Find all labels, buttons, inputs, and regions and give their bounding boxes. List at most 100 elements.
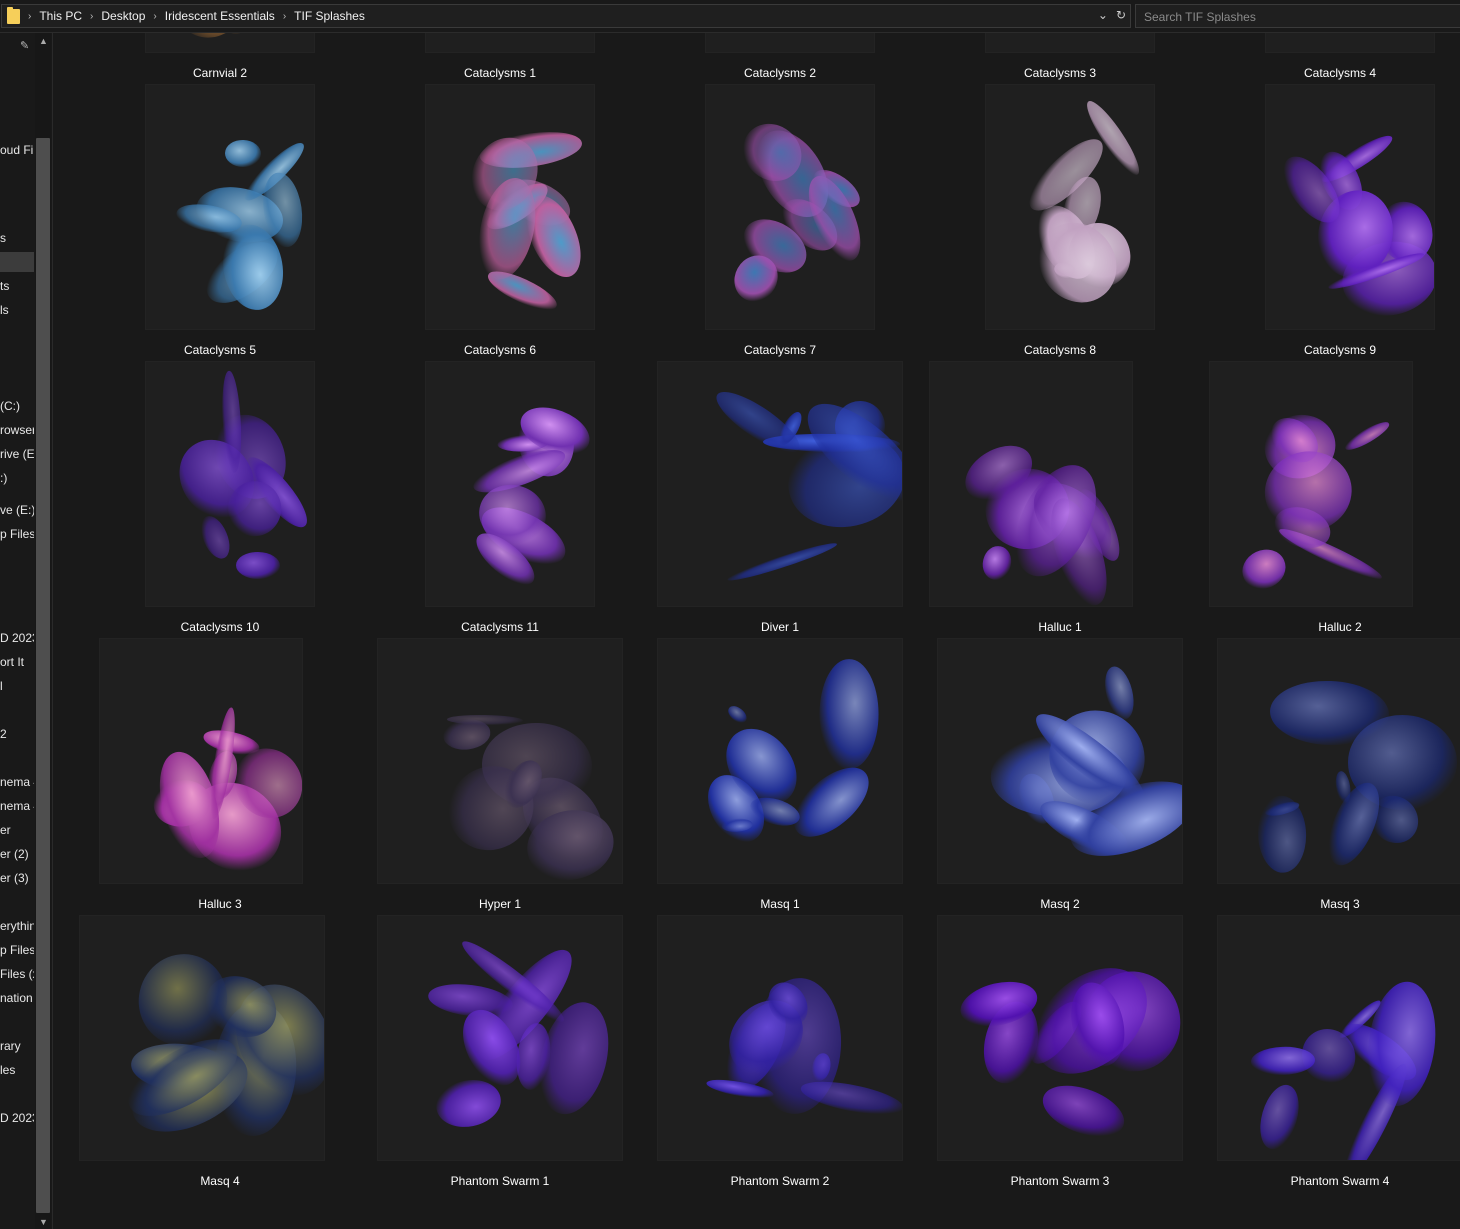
file-item[interactable]: Cataclysms 3 bbox=[920, 33, 1200, 85]
file-item[interactable]: Cataclysms 7 bbox=[640, 85, 920, 362]
breadcrumb-tif-splashes[interactable]: TIF Splashes bbox=[294, 9, 365, 23]
chevron-right-icon[interactable]: › bbox=[283, 11, 286, 22]
nav-item[interactable]: 2 bbox=[0, 724, 34, 744]
breadcrumb-desktop[interactable]: Desktop bbox=[101, 9, 145, 23]
thumbnail-image[interactable] bbox=[100, 639, 302, 883]
file-item[interactable]: Cataclysms 10 bbox=[80, 362, 360, 639]
thumbnail-image[interactable] bbox=[146, 362, 314, 606]
thumbnail-image[interactable] bbox=[1218, 639, 1460, 883]
file-item[interactable]: Cataclysms 8 bbox=[920, 85, 1200, 362]
chevron-right-icon[interactable]: › bbox=[28, 11, 31, 22]
thumbnail-image[interactable] bbox=[378, 916, 622, 1160]
nav-item[interactable]: p Files bbox=[0, 940, 34, 960]
nav-item[interactable]: rowser bbox=[0, 420, 34, 440]
thumbnail-image[interactable] bbox=[706, 33, 874, 52]
nav-item[interactable]: l bbox=[0, 676, 34, 696]
chevron-down-icon[interactable]: ⌄ bbox=[1098, 8, 1108, 22]
file-item[interactable]: Masq 1 bbox=[640, 639, 920, 916]
thumbnail-image[interactable] bbox=[426, 362, 594, 606]
thumbnail-image[interactable] bbox=[1218, 916, 1460, 1160]
nav-item[interactable]: nation I bbox=[0, 988, 34, 1008]
file-item[interactable]: Phantom Swarm 2 bbox=[640, 916, 920, 1193]
file-item[interactable]: Cataclysms 9 bbox=[1200, 85, 1460, 362]
thumbnail-image[interactable] bbox=[378, 639, 622, 883]
thumbnail-image[interactable] bbox=[1210, 362, 1412, 606]
nav-item[interactable]: nema 4 bbox=[0, 796, 34, 816]
scroll-down-icon[interactable]: ▼ bbox=[39, 1217, 48, 1227]
nav-item[interactable]: Files (x bbox=[0, 964, 34, 984]
nav-item[interactable]: les bbox=[0, 1060, 34, 1080]
file-item[interactable]: Phantom Swarm 4 bbox=[1200, 916, 1460, 1193]
file-item[interactable]: Cataclysms 6 bbox=[360, 85, 640, 362]
nav-scrollbar[interactable]: ▲ ▼ bbox=[35, 33, 51, 1229]
nav-item[interactable]: (C:) bbox=[0, 396, 34, 416]
breadcrumb-this-pc[interactable]: This PC bbox=[39, 9, 82, 23]
file-item[interactable]: Masq 3 bbox=[1200, 639, 1460, 916]
nav-item[interactable]: s bbox=[0, 228, 34, 248]
chevron-right-icon[interactable]: › bbox=[90, 11, 93, 22]
file-item[interactable]: Cataclysms 4 bbox=[1200, 33, 1460, 85]
address-bar[interactable]: › This PC › Desktop › Iridescent Essenti… bbox=[1, 4, 1131, 28]
file-name-label: Halluc 3 bbox=[198, 897, 242, 911]
pin-icon[interactable]: ✎ bbox=[20, 39, 29, 52]
file-item[interactable]: Masq 4 bbox=[80, 916, 360, 1193]
file-item[interactable]: Hyper 1 bbox=[360, 639, 640, 916]
file-item[interactable]: Halluc 2 bbox=[1200, 362, 1460, 639]
thumbnail-image[interactable] bbox=[658, 639, 902, 883]
thumbnail-image[interactable] bbox=[1266, 85, 1434, 329]
nav-item[interactable]: ls bbox=[0, 300, 34, 320]
file-name-label: Carnvial 2 bbox=[192, 66, 248, 80]
thumbnail-image[interactable] bbox=[146, 85, 314, 329]
thumbnail-image[interactable] bbox=[426, 85, 594, 329]
splash-shape bbox=[819, 658, 879, 770]
nav-item[interactable]: er (2) bbox=[0, 844, 34, 864]
file-item[interactable]: Carnvial 2 bbox=[80, 33, 360, 85]
nav-item[interactable]: ve (E:) bbox=[0, 500, 34, 520]
file-item[interactable]: Phantom Swarm 3 bbox=[920, 916, 1200, 1193]
nav-item[interactable] bbox=[0, 252, 34, 272]
scroll-up-icon[interactable]: ▲ bbox=[39, 36, 48, 46]
file-item[interactable]: Diver 1 bbox=[640, 362, 920, 639]
thumbnail-image[interactable] bbox=[146, 33, 314, 52]
splash-shape bbox=[1251, 1045, 1316, 1077]
thumbnail-image[interactable] bbox=[80, 916, 324, 1160]
thumbnail-image[interactable] bbox=[1266, 33, 1434, 52]
nav-item[interactable]: er bbox=[0, 820, 34, 840]
thumbnail-image[interactable] bbox=[938, 916, 1182, 1160]
nav-item[interactable]: erythin bbox=[0, 916, 34, 936]
file-item[interactable]: Cataclysms 2 bbox=[640, 33, 920, 85]
thumbnail-image[interactable] bbox=[658, 916, 902, 1160]
file-item[interactable]: Cataclysms 5 bbox=[80, 85, 360, 362]
chevron-right-icon[interactable]: › bbox=[153, 11, 156, 22]
scrollbar-thumb[interactable] bbox=[36, 138, 50, 1213]
nav-item[interactable]: ts bbox=[0, 276, 34, 296]
nav-item[interactable]: oud Fil bbox=[0, 140, 34, 160]
file-item[interactable]: Halluc 3 bbox=[80, 639, 360, 916]
file-item[interactable]: Phantom Swarm 1 bbox=[360, 916, 640, 1193]
thumbnail-image[interactable] bbox=[930, 362, 1132, 606]
thumbnail-image[interactable] bbox=[658, 362, 902, 606]
refresh-icon[interactable]: ↻ bbox=[1116, 8, 1126, 22]
thumbnail-image[interactable] bbox=[706, 85, 874, 329]
nav-item[interactable]: nema 4 bbox=[0, 772, 34, 792]
search-input[interactable]: Search TIF Splashes bbox=[1135, 4, 1460, 28]
file-item[interactable]: Cataclysms 11 bbox=[360, 362, 640, 639]
file-item[interactable]: Masq 2 bbox=[920, 639, 1200, 916]
breadcrumb-iridescent-essentials[interactable]: Iridescent Essentials bbox=[165, 9, 275, 23]
file-name-label: Masq 1 bbox=[760, 897, 800, 911]
splash-shape bbox=[227, 480, 282, 537]
file-item[interactable]: Halluc 1 bbox=[920, 362, 1200, 639]
nav-item[interactable]: p Files bbox=[0, 524, 34, 544]
nav-item[interactable]: D 2023 bbox=[0, 628, 34, 648]
thumbnail-image[interactable] bbox=[426, 33, 594, 52]
nav-item[interactable]: rive (E: bbox=[0, 444, 34, 464]
thumbnail-image[interactable] bbox=[986, 85, 1154, 329]
nav-item[interactable]: :) bbox=[0, 468, 34, 488]
nav-item[interactable]: rary bbox=[0, 1036, 34, 1056]
thumbnail-image[interactable] bbox=[938, 639, 1182, 883]
thumbnail-image[interactable] bbox=[986, 33, 1154, 52]
nav-item[interactable]: D 2023 bbox=[0, 1108, 34, 1128]
file-item[interactable]: Cataclysms 1 bbox=[360, 33, 640, 85]
nav-item[interactable]: ort It bbox=[0, 652, 34, 672]
nav-item[interactable]: er (3) bbox=[0, 868, 34, 888]
